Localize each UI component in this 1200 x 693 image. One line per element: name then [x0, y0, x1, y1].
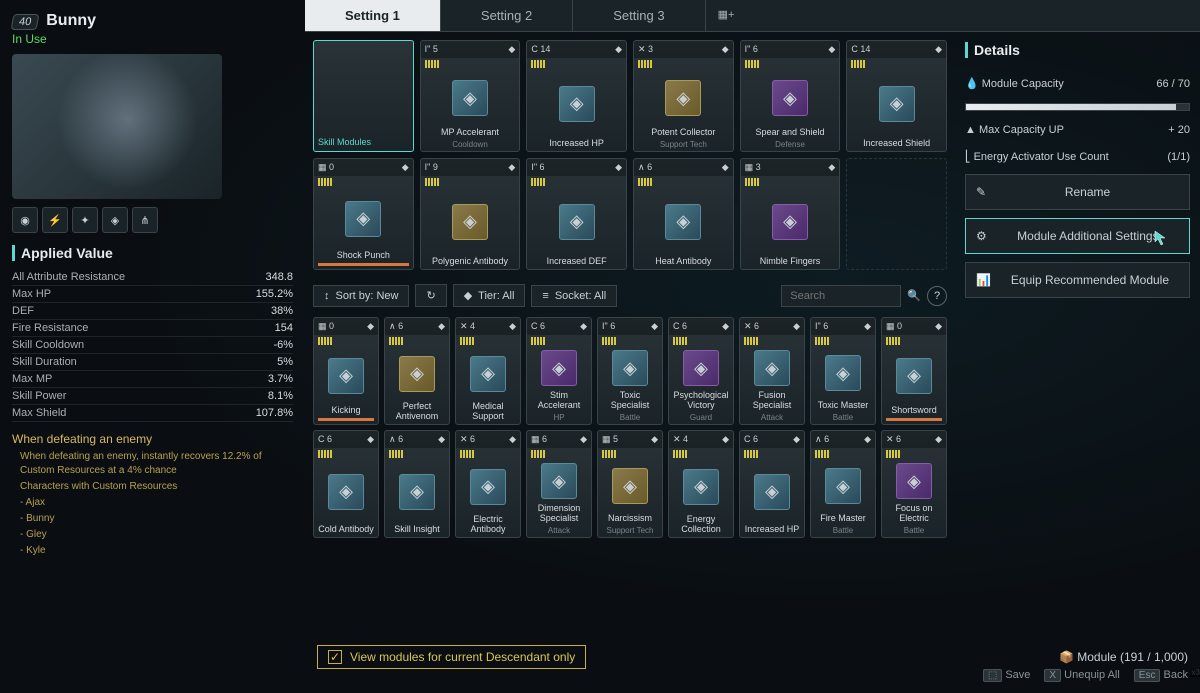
module-additional-settings-button[interactable]: ⚙Module Additional Settings — [965, 218, 1190, 254]
activator-row: ⎣ Energy Activator Use Count (1/1) — [965, 147, 1190, 166]
settings-tabs: Setting 1Setting 2Setting 3 ▦+ — [305, 0, 1200, 32]
stat-row: Max Shield107.8% — [12, 405, 293, 422]
droplet-icon: 💧 — [965, 77, 979, 90]
stat-row: DEF38% — [12, 303, 293, 320]
help-button[interactable]: ? — [927, 286, 947, 306]
rename-button[interactable]: ✎Rename — [965, 174, 1190, 210]
module-card[interactable]: ▦ 5◆◈NarcissismSupport Tech — [597, 430, 663, 538]
skill-icons-row: ◉ ⚡ ✦ ◈ ⋔ — [12, 207, 293, 233]
module-card[interactable]: I" 5◆◈MP AccelerantCooldown — [420, 40, 521, 152]
module-card[interactable]: ▦ 0◆◈Shortsword — [881, 317, 947, 425]
module-card[interactable]: ✕ 3◆◈Potent CollectorSupport Tech — [633, 40, 734, 152]
character-portrait — [12, 54, 222, 199]
module-card[interactable]: C 14◆◈Increased HP — [526, 40, 627, 152]
character-panel: 40 Bunny In Use ◉ ⚡ ✦ ◈ ⋔ Applied Value … — [0, 0, 305, 675]
skill-icon[interactable]: ⋔ — [132, 207, 158, 233]
stat-row: Fire Resistance154 — [12, 320, 293, 337]
skill-icon[interactable]: ◈ — [102, 207, 128, 233]
module-card[interactable]: ▦ 6◆◈Dimension SpecialistAttack — [526, 430, 592, 538]
stats-list: All Attribute Resistance348.8Max HP155.2… — [12, 269, 293, 422]
tier-filter[interactable]: ◆ Tier: All — [453, 284, 526, 307]
gear-icon: ⚙ — [976, 229, 987, 243]
add-setting-button[interactable]: ▦+ — [706, 0, 747, 31]
module-card[interactable]: ∧ 6◆◈Skill Insight — [384, 430, 450, 538]
module-card[interactable]: I" 9◆◈Polygenic Antibody — [420, 158, 521, 270]
module-capacity-row: 💧 Module Capacity 66 / 70 — [965, 74, 1190, 93]
sort-button[interactable]: ↕ Sort by: New — [313, 285, 409, 307]
module-card[interactable]: Skill Modules — [313, 40, 414, 152]
module-card[interactable]: ∧ 6◆◈Fire MasterBattle — [810, 430, 876, 538]
module-card[interactable]: I" 6◆◈Increased DEF — [526, 158, 627, 270]
equipped-modules-grid: Skill ModulesI" 5◆◈MP AccelerantCooldown… — [313, 40, 947, 270]
module-card[interactable]: C 6◆◈Psychological VictoryGuard — [668, 317, 734, 425]
module-card[interactable]: C 6◆◈x3Cold Antibody — [313, 430, 379, 538]
module-card[interactable]: ▦ 0◆◈Shock Punch — [313, 158, 414, 270]
character-level: 40 — [11, 14, 40, 30]
module-card[interactable]: ▦ 3◆◈Nimble Fingers — [740, 158, 841, 270]
module-card[interactable] — [846, 158, 947, 270]
effect-text: When defeating an enemy, instantly recov… — [12, 450, 293, 558]
search-icon[interactable]: 🔍 — [907, 289, 921, 302]
module-card[interactable]: ✕ 6◆◈Electric Antibody — [455, 430, 521, 538]
stat-row: Max MP3.7% — [12, 371, 293, 388]
module-card[interactable]: I" 6◆◈Spear and ShieldDefense — [740, 40, 841, 152]
skill-icon[interactable]: ⚡ — [42, 207, 68, 233]
effect-title: When defeating an enemy — [12, 432, 293, 446]
module-card[interactable]: ▦ 0◆◈Kicking — [313, 317, 379, 425]
module-card[interactable]: ✕ 6◆◈Focus on ElectricBattle — [881, 430, 947, 538]
status-badge: In Use — [12, 32, 293, 46]
stat-row: Skill Duration5% — [12, 354, 293, 371]
stat-row: Max HP155.2% — [12, 286, 293, 303]
up-icon: ▲ — [965, 124, 976, 136]
inventory-grid: ▦ 0◆◈Kicking∧ 6◆◈Perfect Antivenom✕ 4◆◈x… — [313, 317, 947, 538]
module-card[interactable]: C 6◆◈Increased HP — [739, 430, 805, 538]
applied-value-title: Applied Value — [12, 245, 293, 261]
character-name: Bunny — [46, 12, 96, 30]
module-card[interactable]: ✕ 4◆◈x4Medical Support — [455, 317, 521, 425]
filter-bar: ↕ Sort by: New ↻ ◆ Tier: All ≡ Socket: A… — [313, 280, 947, 311]
tab-setting-3[interactable]: Setting 3 — [573, 0, 705, 31]
module-card[interactable]: I" 6◆◈x2Toxic SpecialistBattle — [597, 317, 663, 425]
module-card[interactable]: C 6◆◈Stim AccelerantHP — [526, 317, 592, 425]
stat-row: Skill Cooldown-6% — [12, 337, 293, 354]
skill-icon[interactable]: ◉ — [12, 207, 38, 233]
chart-icon: 📊 — [976, 273, 991, 287]
edit-icon: ✎ — [976, 185, 986, 199]
tab-setting-1[interactable]: Setting 1 — [305, 0, 441, 31]
module-card[interactable]: ∧ 6◆◈Perfect Antivenom — [384, 317, 450, 425]
module-card[interactable]: I" 6◆◈Toxic MasterBattle — [810, 317, 876, 425]
socket-filter[interactable]: ≡ Socket: All — [531, 285, 617, 307]
module-card[interactable]: C 14◆◈Increased Shield — [846, 40, 947, 152]
equip-recommended-button[interactable]: 📊Equip Recommended Module — [965, 262, 1190, 298]
details-title: Details — [965, 42, 1190, 58]
refresh-button[interactable]: ↻ — [415, 284, 446, 307]
search-input[interactable] — [781, 285, 901, 307]
stat-row: Skill Power8.1% — [12, 388, 293, 405]
descendant-only-checkbox[interactable]: ✓ View modules for current Descendant on… — [317, 645, 586, 669]
module-card[interactable]: ∧ 6◆◈Heat Antibody — [633, 158, 734, 270]
tab-setting-2[interactable]: Setting 2 — [441, 0, 573, 31]
module-card[interactable]: ✕ 4◆◈Energy Collection — [668, 430, 734, 538]
stat-row: All Attribute Resistance348.8 — [12, 269, 293, 286]
max-capacity-row: ▲ Max Capacity UP + 20 — [965, 121, 1190, 139]
bracket-icon: ⎣ — [965, 150, 971, 163]
module-card[interactable]: ✕ 6◆◈Fusion SpecialistAttack — [739, 317, 805, 425]
details-panel: Details 💧 Module Capacity 66 / 70 ▲ Max … — [955, 32, 1200, 675]
capacity-bar — [965, 103, 1190, 111]
skill-icon[interactable]: ✦ — [72, 207, 98, 233]
